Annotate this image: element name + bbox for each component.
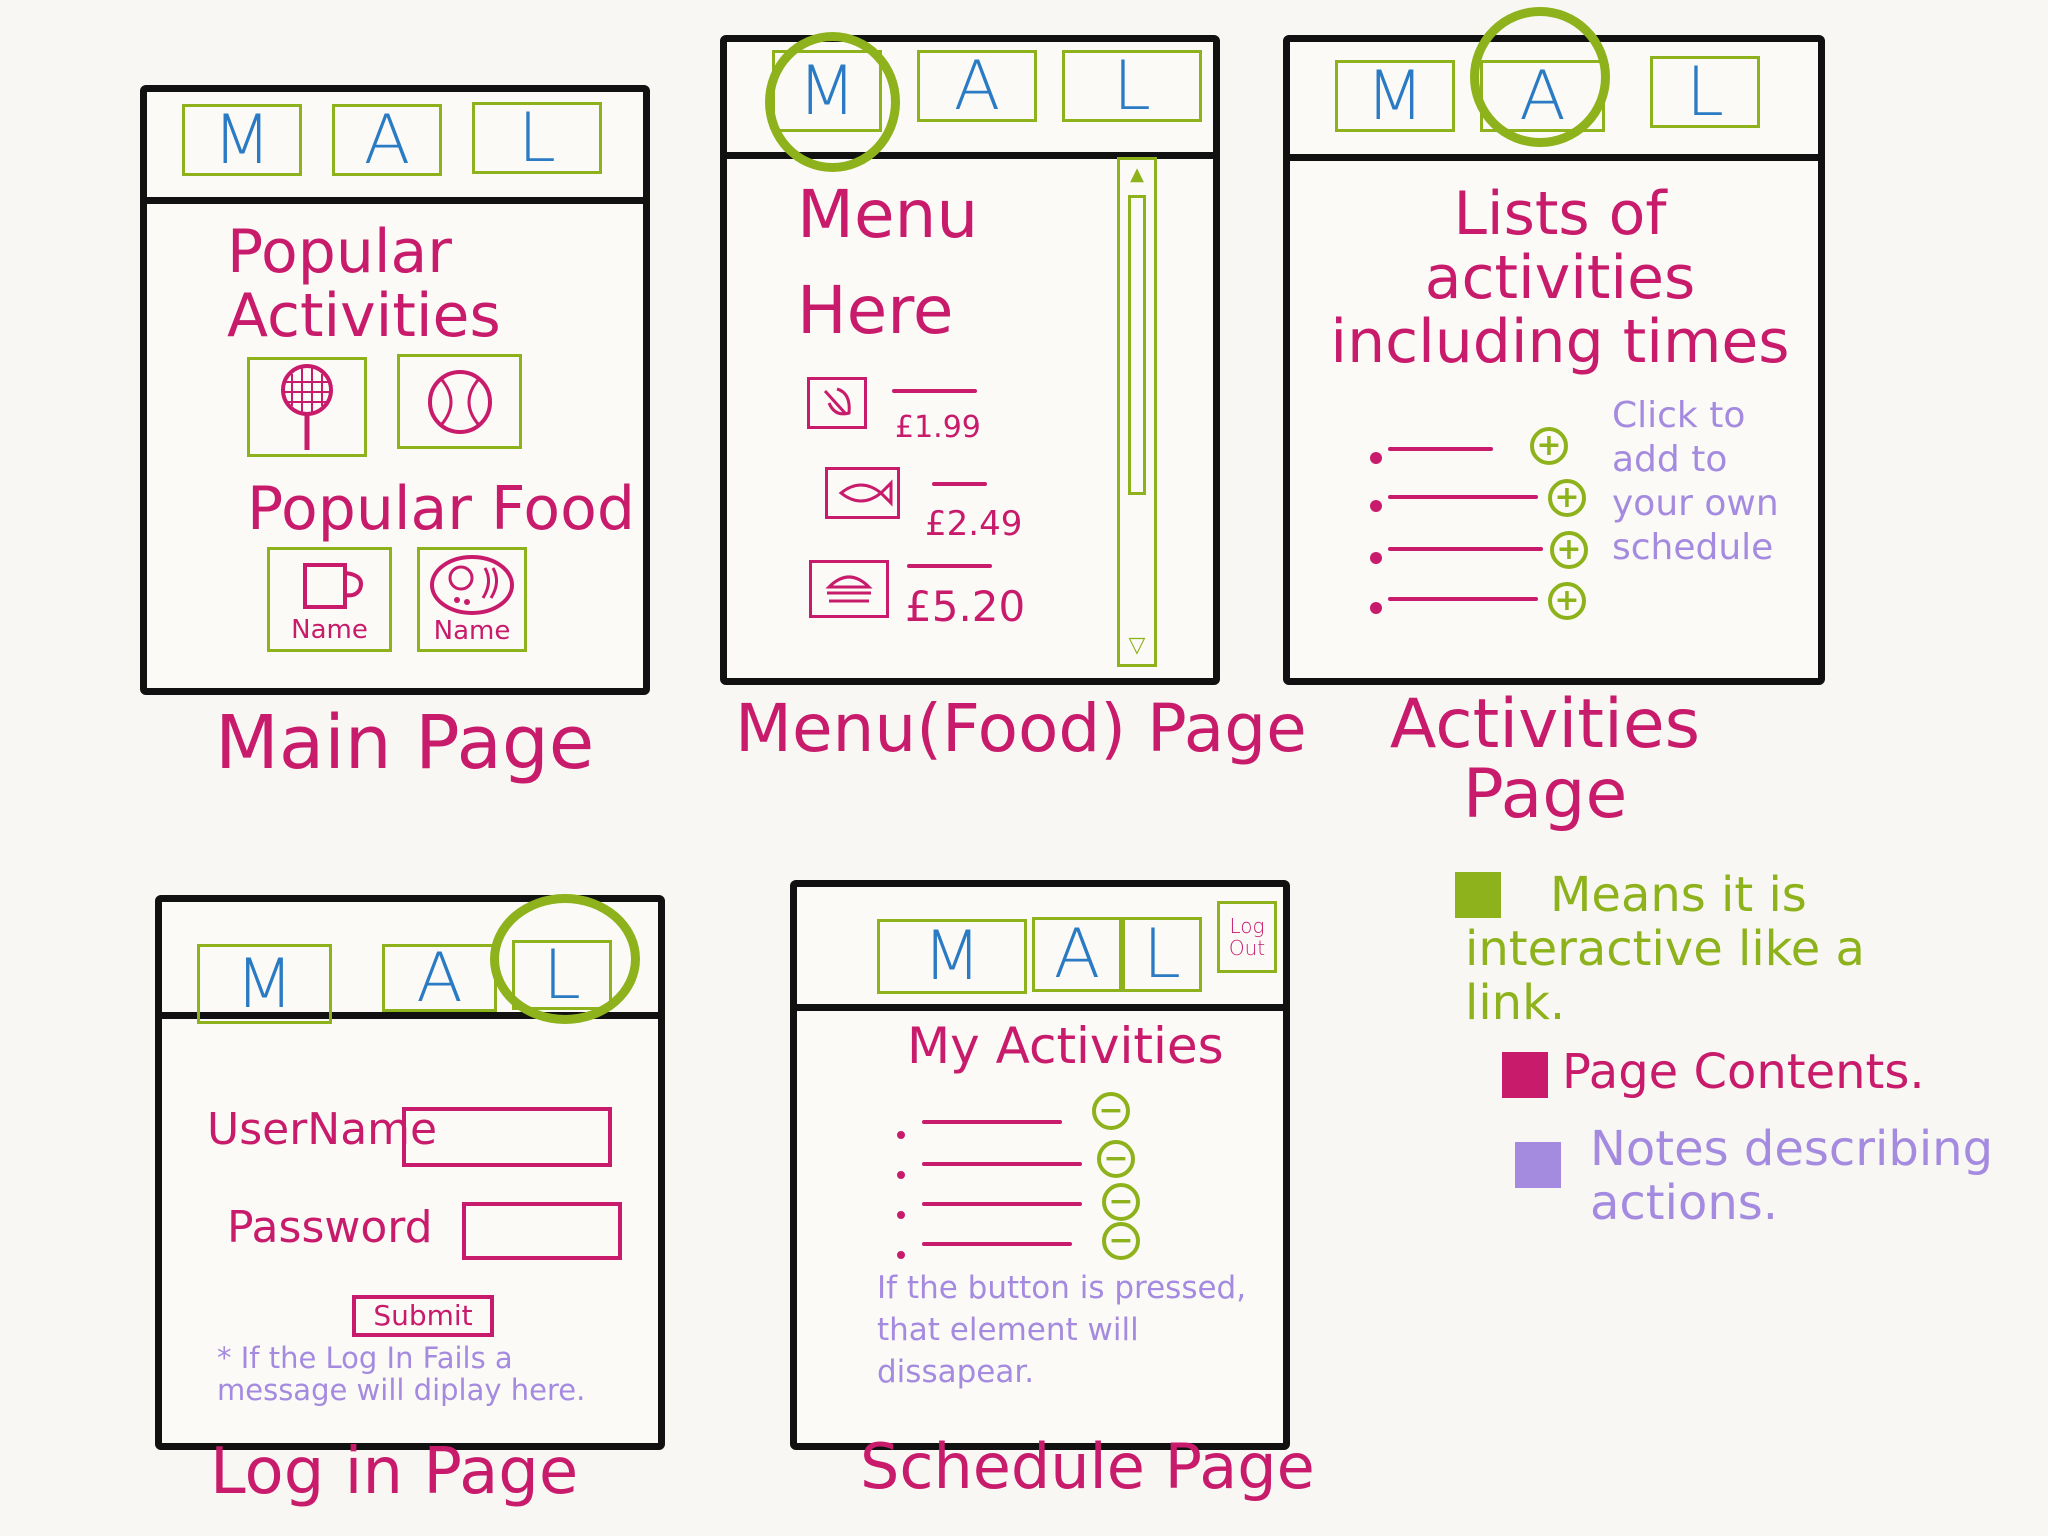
activity-line-1 — [1388, 447, 1493, 451]
menu-price-3: £5.20 — [905, 582, 1026, 631]
ball-activity-tile[interactable] — [397, 354, 522, 449]
tab-activities[interactable]: A — [917, 47, 1037, 126]
activities-nav: M A L — [1290, 42, 1818, 161]
tab-menu[interactable]: M — [182, 101, 302, 180]
remove-activity-note: If the button is pressed, that element w… — [877, 1270, 1247, 1390]
tennis-racket-icon — [281, 364, 333, 450]
tab-activities[interactable]: A — [1032, 915, 1122, 994]
login-page-frame: M A L UserName Password Submit * If the … — [155, 894, 665, 1450]
submit-button[interactable]: Submit — [352, 1295, 494, 1337]
menu-scrollbar[interactable]: ▲ ▽ — [1117, 157, 1157, 667]
tennis-activity-tile[interactable] — [247, 357, 367, 457]
menu-item-2-name-line — [932, 482, 987, 486]
tab-login[interactable]: L — [1122, 915, 1202, 994]
logout-button[interactable]: Log Out — [1217, 901, 1277, 973]
ball-icon — [427, 369, 492, 434]
add-to-schedule-note: Click to add to your own schedule — [1612, 395, 1779, 568]
drumstick-icon — [823, 387, 851, 416]
schedule-line-1 — [922, 1120, 1062, 1124]
login-nav: M A L — [162, 902, 658, 1024]
menu-item-1-name-line — [892, 389, 977, 393]
scroll-thumb[interactable] — [1128, 195, 1146, 495]
food-image-1[interactable] — [807, 377, 867, 429]
menu-page-frame: M A L Menu Here £1.99 £2.49 £5.20 ▲ ▽ — [720, 32, 1220, 685]
main-page-caption: Main Page — [215, 700, 595, 786]
remove-activity-button-2[interactable]: − — [1097, 1140, 1135, 1178]
food-name-1: Name — [291, 614, 368, 645]
activity-bullet-3 — [1370, 552, 1382, 564]
legend-notes-swatch — [1515, 1142, 1561, 1188]
popular-food-heading: Popular Food — [247, 474, 635, 544]
schedule-bullet-1 — [897, 1131, 905, 1139]
tab-menu[interactable]: M — [197, 944, 332, 1024]
food-image-2[interactable] — [825, 467, 900, 519]
activities-page-caption: Activities Page — [1389, 685, 1701, 834]
add-activity-button-4[interactable]: + — [1548, 582, 1586, 620]
remove-activity-button-1[interactable]: − — [1092, 1092, 1130, 1130]
tab-activities[interactable]: A — [1480, 57, 1605, 136]
menu-price-1: £1.99 — [895, 410, 981, 445]
scroll-down-arrow[interactable]: ▽ — [1120, 633, 1154, 658]
password-field[interactable] — [462, 1202, 622, 1260]
schedule-bullet-3 — [897, 1211, 905, 1219]
schedule-page-caption: Schedule Page — [860, 1430, 1315, 1503]
activities-heading: Lists of activities including times — [1330, 179, 1790, 377]
main-nav: M A L — [147, 92, 643, 204]
schedule-line-2 — [922, 1162, 1082, 1166]
food-name-2: Name — [433, 615, 511, 646]
schedule-page-frame: M A L Log Out My Activities − − − − If t… — [790, 880, 1290, 1450]
food-item-drink[interactable]: Name — [267, 547, 392, 652]
activity-bullet-1 — [1370, 452, 1382, 464]
login-fail-note: * If the Log In Fails a message will dip… — [217, 1341, 586, 1407]
username-field[interactable] — [402, 1107, 612, 1167]
mug-icon — [302, 562, 363, 609]
activity-bullet-2 — [1370, 500, 1382, 512]
legend-interactive-text: Means it is interactive like a link. — [1465, 867, 1865, 1031]
activity-line-2 — [1388, 495, 1538, 499]
menu-item-3-name-line — [907, 564, 992, 568]
activity-line-4 — [1388, 597, 1538, 601]
menu-page-caption: Menu(Food) Page — [735, 690, 1307, 767]
legend-content-text: Page Contents. — [1562, 1044, 1925, 1100]
password-label: Password — [227, 1202, 433, 1253]
tab-login[interactable]: L — [1650, 53, 1760, 132]
tab-login[interactable]: L — [1062, 47, 1202, 126]
popular-activities-heading: Popular Activities — [227, 217, 501, 351]
food-image-3[interactable] — [809, 560, 889, 618]
tab-menu[interactable]: M — [772, 50, 882, 132]
tab-login[interactable]: L — [512, 936, 612, 1015]
schedule-line-3 — [922, 1202, 1082, 1206]
activities-page-frame: M A L Lists of activities including time… — [1283, 7, 1825, 685]
tab-activities[interactable]: A — [382, 939, 497, 1018]
add-activity-button-3[interactable]: + — [1550, 531, 1588, 569]
menu-heading: Menu Here — [797, 176, 979, 349]
activity-line-3 — [1388, 547, 1543, 551]
tab-activities[interactable]: A — [332, 101, 442, 180]
remove-activity-button-4[interactable]: − — [1102, 1222, 1140, 1260]
burger-icon — [825, 575, 873, 603]
scroll-up-arrow[interactable]: ▲ — [1120, 164, 1154, 185]
schedule-bullet-2 — [897, 1171, 905, 1179]
activity-bullet-4 — [1370, 602, 1382, 614]
login-page-caption: Log in Page — [210, 1435, 579, 1509]
menu-nav: M A L — [727, 42, 1213, 159]
tab-login[interactable]: L — [472, 99, 602, 178]
legend-notes-text: Notes describing actions. — [1590, 1121, 1994, 1231]
remove-activity-button-3[interactable]: − — [1102, 1183, 1140, 1221]
legend-content-swatch — [1502, 1052, 1548, 1098]
menu-price-2: £2.49 — [925, 504, 1023, 544]
schedule-line-4 — [922, 1242, 1072, 1246]
add-activity-button-1[interactable]: + — [1530, 427, 1568, 465]
schedule-bullet-4 — [897, 1251, 905, 1259]
fish-icon — [838, 479, 892, 507]
food-item-breakfast[interactable]: Name — [417, 547, 527, 652]
schedule-nav: M A L Log Out — [797, 887, 1283, 1011]
plate-icon — [430, 554, 514, 615]
tab-menu[interactable]: M — [877, 917, 1027, 996]
main-page-frame: M A L Popular Activities Popular Food Na… — [140, 85, 650, 695]
my-activities-heading: My Activities — [907, 1017, 1224, 1075]
add-activity-button-2[interactable]: + — [1548, 479, 1586, 517]
tab-menu[interactable]: M — [1335, 57, 1455, 136]
